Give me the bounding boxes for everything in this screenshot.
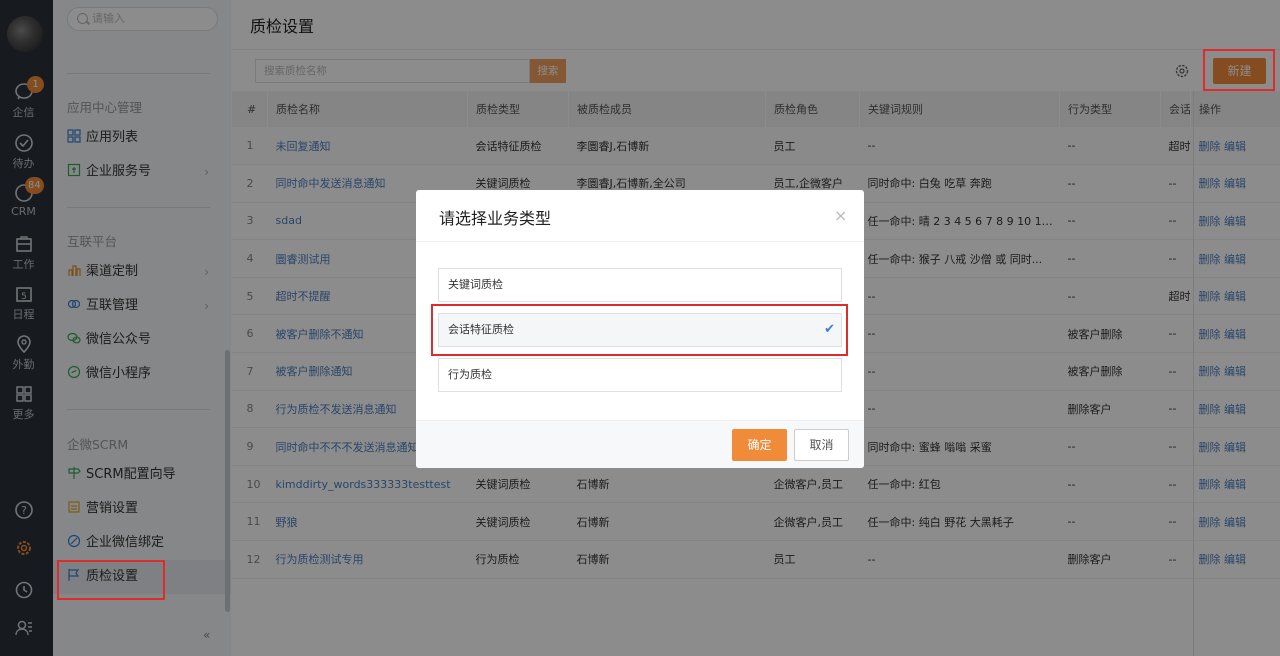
confirm-button[interactable]: 确定: [732, 429, 787, 461]
highlight-box: [431, 304, 848, 356]
dialog-title: 请选择业务类型: [439, 209, 552, 228]
highlight-box: [57, 560, 165, 600]
option-behavior-check[interactable]: 行为质检: [438, 358, 842, 392]
option-keyword-check[interactable]: 关键词质检: [438, 268, 842, 302]
cancel-button[interactable]: 取消: [794, 429, 849, 461]
close-icon[interactable]: ×: [834, 206, 847, 225]
highlight-box: [1203, 49, 1275, 91]
divider: [416, 241, 864, 242]
